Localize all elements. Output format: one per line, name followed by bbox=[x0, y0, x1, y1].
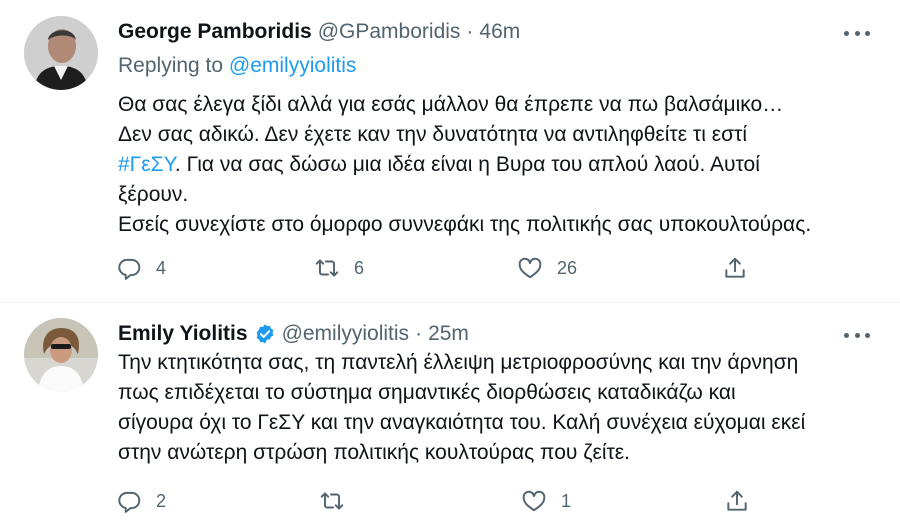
like-button[interactable]: 1 bbox=[521, 486, 571, 516]
replying-to-handle-link[interactable]: @emilyyiolitis bbox=[229, 54, 357, 77]
verified-badge-icon bbox=[256, 324, 273, 344]
retweet-icon bbox=[320, 492, 344, 510]
retweet-count: 6 bbox=[354, 257, 365, 278]
retweet-icon bbox=[315, 259, 339, 277]
reply-button[interactable]: 4 bbox=[116, 253, 166, 283]
retweet-button[interactable] bbox=[319, 486, 359, 516]
share-icon bbox=[727, 490, 747, 511]
tweet-actions: 4 6 26 bbox=[116, 253, 756, 283]
tweet-text: Θα σας έλεγα ξίδι αλλά για εσάς μάλλον θ… bbox=[118, 90, 878, 240]
author-name[interactable]: Emily Yiolitis bbox=[118, 322, 248, 346]
avatar-george-pamboridis[interactable] bbox=[24, 16, 98, 90]
tweet-george-pamboridis[interactable]: George Pamboridis @GPamboridis · 46m Rep… bbox=[0, 0, 900, 303]
tweet-actions: 2 1 bbox=[116, 486, 756, 516]
replying-label: Replying to bbox=[118, 54, 224, 77]
tweet-text: Την κτητικότητα σας, τη παντελή έλλειψη … bbox=[118, 348, 878, 468]
tweet-text-segment: . Για να σας δώσω μια ιδέα είναι η Βυρα … bbox=[174, 153, 760, 176]
reply-button[interactable]: 2 bbox=[116, 486, 166, 516]
tweet-text-line: στην ανώτερη στρώση πολιτικής κουλτούρας… bbox=[118, 441, 631, 464]
hashtag-link[interactable]: #ΓεΣΥ bbox=[118, 153, 175, 176]
tweet-text-line: ξέρουν. bbox=[118, 183, 189, 206]
share-button[interactable] bbox=[722, 253, 748, 283]
reply-icon bbox=[118, 258, 141, 280]
author-name[interactable]: George Pamboridis bbox=[118, 20, 312, 44]
reply-count: 4 bbox=[156, 257, 167, 278]
more-icon[interactable] bbox=[844, 325, 870, 345]
timestamp[interactable]: 25m bbox=[428, 322, 469, 346]
author-handle[interactable]: @emilyyiolitis bbox=[282, 322, 410, 346]
like-count: 26 bbox=[557, 257, 578, 278]
like-count: 1 bbox=[561, 490, 572, 511]
share-icon bbox=[725, 257, 745, 278]
tweet-text-line: πως επιδέχεται το σύστημα σημαντικές διο… bbox=[118, 381, 736, 404]
tweet-header: Emily Yiolitis @emilyyiolitis · 25m bbox=[118, 319, 469, 349]
tweet-text-line: Δεν σας αδικώ. Δεν έχετε καν την δυνατότ… bbox=[118, 123, 748, 146]
timestamp[interactable]: 46m bbox=[479, 20, 520, 44]
like-icon bbox=[522, 490, 546, 512]
tweet-text-line: Εσείς συνεχίστε στο όμορφο συννεφάκι της… bbox=[118, 213, 812, 236]
avatar-emily-yiolitis[interactable] bbox=[24, 318, 98, 392]
more-icon[interactable] bbox=[844, 23, 870, 43]
separator-dot: · bbox=[466, 20, 474, 43]
tweet-text-line: σίγουρα όχι το ΓεΣΥ και την αναγκαιότητα… bbox=[118, 411, 806, 434]
tweet-header: George Pamboridis @GPamboridis · 46m bbox=[118, 17, 520, 47]
retweet-button[interactable]: 6 bbox=[314, 253, 364, 283]
reply-count: 2 bbox=[156, 490, 167, 511]
like-button[interactable]: 26 bbox=[517, 253, 577, 283]
tweet-emily-yiolitis[interactable]: Emily Yiolitis @emilyyiolitis · 25m Την … bbox=[0, 303, 900, 531]
reply-icon bbox=[118, 491, 141, 513]
tweet-text-line: Την κτητικότητα σας, τη παντελή έλλειψη … bbox=[118, 351, 799, 374]
share-button[interactable] bbox=[724, 486, 750, 516]
separator-dot: · bbox=[415, 322, 423, 345]
tweet-text-line: Θα σας έλεγα ξίδι αλλά για εσάς μάλλον θ… bbox=[118, 93, 784, 116]
like-icon bbox=[518, 257, 542, 279]
replying-to: Replying to @emilyyiolitis bbox=[118, 54, 356, 78]
author-handle[interactable]: @GPamboridis bbox=[318, 20, 461, 44]
tweet-text-line: #ΓεΣΥ. Για να σας δώσω μια ιδέα είναι η … bbox=[118, 150, 878, 180]
